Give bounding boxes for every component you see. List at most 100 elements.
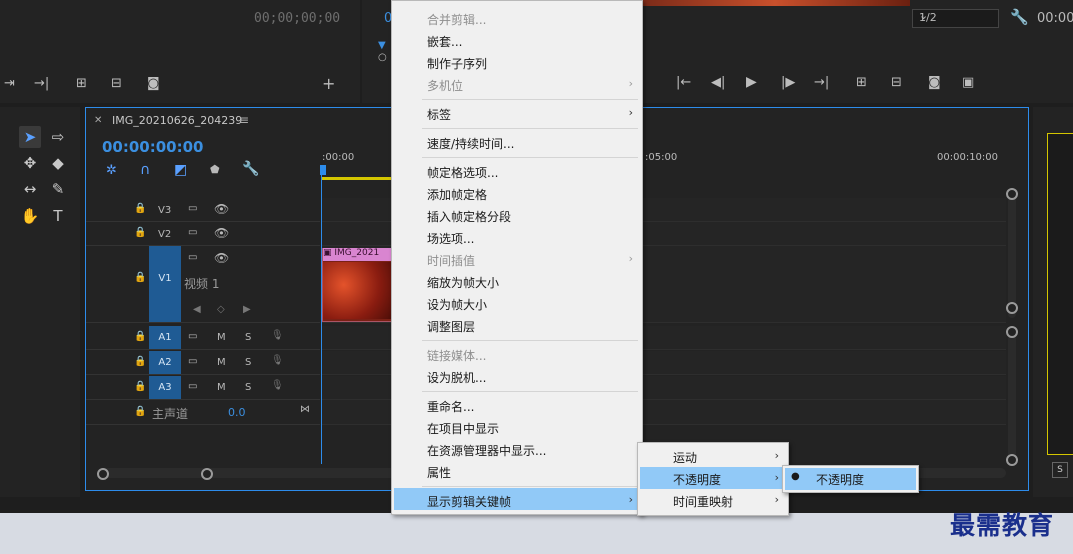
go-to-out-icon[interactable]: →| [814, 75, 829, 90]
export-frame-camera-icon[interactable]: ◙ [928, 75, 941, 90]
close-icon[interactable]: ✕ [94, 115, 102, 126]
menu-item-field-options[interactable]: 场选项... [427, 230, 474, 247]
menu-item-add-frame-hold[interactable]: 添加帧定格 [427, 186, 487, 203]
menu-item-reveal-in-project[interactable]: 在项目中显示 [427, 420, 499, 437]
comparison-view-icon[interactable]: ▣ [962, 75, 974, 90]
pen-tool-icon[interactable]: ✎ [47, 178, 69, 200]
lock-icon[interactable]: 🔒 [134, 356, 146, 367]
overwrite-icon[interactable]: →| [34, 76, 49, 91]
scroll-handle-top[interactable] [1006, 326, 1018, 338]
next-keyframe-icon[interactable]: ▶ [243, 304, 251, 315]
track-label-v2[interactable]: V2 [158, 229, 171, 240]
track-label-a3[interactable]: A3 [149, 376, 181, 399]
menu-item-make-offline[interactable]: 设为脱机... [427, 369, 486, 386]
menu-item-frame-hold-options[interactable]: 帧定格选项... [427, 164, 498, 181]
microphone-icon[interactable]: 🎙 [271, 330, 284, 341]
menu-item-properties[interactable]: 属性 [427, 464, 451, 481]
track-select-tool-icon[interactable]: ⇨ [47, 126, 69, 148]
menu-item-make-subsequence[interactable]: 制作子序列 [427, 55, 487, 72]
master-volume-value[interactable]: 0.0 [228, 406, 246, 419]
submenu-item-motion[interactable]: 运动 [673, 449, 697, 466]
menu-item-speed-duration[interactable]: 速度/持续时间... [427, 135, 515, 152]
add-keyframe-icon[interactable]: ◇ [217, 304, 225, 315]
sync-lock-icon[interactable]: ▭ [188, 381, 197, 392]
program-scrub-circle-icon[interactable]: ○ [378, 52, 387, 63]
linked-selection-icon[interactable]: ◩ [174, 162, 187, 178]
prev-keyframe-icon[interactable]: ◀ [193, 304, 201, 315]
scroll-handle-top[interactable] [1006, 188, 1018, 200]
panel-menu-icon[interactable]: ≡ [239, 113, 249, 127]
snap-magnet-icon[interactable]: ∩ [140, 162, 150, 178]
type-tool-icon[interactable]: T [47, 205, 69, 227]
program-extract-icon[interactable]: ⊟ [891, 75, 902, 90]
program-playhead-icon[interactable]: ▼ [378, 40, 386, 51]
work-area-bar[interactable] [322, 177, 392, 180]
video-vertical-scrollbar[interactable] [1008, 190, 1016, 318]
step-forward-icon[interactable]: |▶ [781, 75, 795, 90]
selection-tool-icon[interactable]: ➤ [19, 126, 41, 148]
track-label-v1[interactable]: V1 [149, 246, 181, 322]
lock-icon[interactable]: 🔒 [134, 227, 146, 238]
add-marker-icon[interactable]: ⬟ [210, 163, 220, 176]
sync-lock-icon[interactable]: ▭ [188, 356, 197, 367]
submenu-item-time-remapping[interactable]: 时间重映射 [673, 493, 733, 510]
resolution-dropdown[interactable]: 1/2 ⌄ [912, 9, 999, 28]
lift-icon[interactable]: ⊞ [76, 76, 87, 91]
playhead[interactable] [320, 165, 326, 175]
lock-icon[interactable]: 🔒 [134, 272, 146, 283]
audio-vertical-scrollbar[interactable] [1008, 328, 1016, 462]
menu-item-time-interpolation[interactable]: 时间插值 [427, 252, 475, 269]
mute-button[interactable]: M [217, 382, 226, 393]
sync-lock-icon[interactable]: ▭ [188, 227, 197, 238]
mark-in-icon[interactable]: |← [676, 75, 691, 90]
eye-icon[interactable]: 👁 [214, 226, 229, 240]
sequence-timecode[interactable]: 00:00:00:00 [102, 138, 204, 156]
scroll-handle-left[interactable] [97, 468, 109, 480]
sync-lock-icon[interactable]: ▭ [188, 203, 197, 214]
insert-icon[interactable]: ⇥ [4, 76, 15, 91]
add-button-icon[interactable]: + [322, 74, 335, 93]
lock-icon[interactable]: 🔒 [134, 331, 146, 342]
menu-item-set-to-frame-size[interactable]: 设为帧大小 [427, 296, 487, 313]
ripple-edit-tool-icon[interactable]: ✥ [19, 152, 41, 174]
menu-item-multicam[interactable]: 多机位 [427, 77, 463, 94]
solo-button[interactable]: S [245, 382, 251, 393]
menu-item-rename[interactable]: 重命名... [427, 398, 474, 415]
timeline-settings-wrench-icon[interactable]: 🔧 [242, 161, 259, 177]
sync-lock-icon[interactable]: ▭ [188, 252, 197, 263]
menu-item-show-clip-keyframes[interactable]: 显示剪辑关键帧 [427, 493, 511, 510]
camera-icon[interactable]: ◙ [147, 76, 160, 91]
hand-tool-icon[interactable]: ✋ [19, 205, 41, 227]
wrench-icon[interactable]: 🔧 [1010, 8, 1029, 26]
submenu-item-opacity-checked[interactable]: 不透明度 [816, 471, 864, 488]
play-icon[interactable]: ▶ [746, 74, 757, 90]
solo-button[interactable]: S [245, 332, 251, 343]
solo-button[interactable]: S [245, 357, 251, 368]
menu-item-nest[interactable]: 嵌套... [427, 33, 462, 50]
scroll-handle-bottom[interactable] [1006, 302, 1018, 314]
mute-button[interactable]: M [217, 357, 226, 368]
lock-icon[interactable]: 🔒 [134, 381, 146, 392]
track-label-v3[interactable]: V3 [158, 205, 171, 216]
eye-icon[interactable]: 👁 [214, 202, 229, 216]
extract-icon[interactable]: ⊟ [111, 76, 122, 91]
razor-tool-icon[interactable]: ◆ [47, 152, 69, 174]
microphone-icon[interactable]: 🎙 [271, 380, 284, 391]
menu-item-scale-to-frame-size[interactable]: 缩放为帧大小 [427, 274, 499, 291]
scroll-handle-bottom[interactable] [1006, 454, 1018, 466]
program-lift-icon[interactable]: ⊞ [856, 75, 867, 90]
nest-icon[interactable]: ✲ [106, 163, 117, 178]
menu-item-reveal-in-explorer[interactable]: 在资源管理器中显示... [427, 442, 546, 459]
sequence-tab-title[interactable]: IMG_20210626_204239 [112, 114, 242, 127]
menu-item-insert-frame-hold-segment[interactable]: 插入帧定格分段 [427, 208, 511, 225]
track-label-a1[interactable]: A1 [149, 326, 181, 349]
submenu-item-opacity[interactable]: 不透明度 [673, 471, 721, 488]
step-back-icon[interactable]: ◀| [711, 75, 725, 90]
scroll-handle-right[interactable] [201, 468, 213, 480]
sync-lock-icon[interactable]: ▭ [188, 331, 197, 342]
eye-icon[interactable]: 👁 [214, 251, 229, 265]
go-to-point-icon[interactable]: ⋈ [300, 404, 310, 415]
menu-item-adjustment-layer[interactable]: 调整图层 [427, 318, 475, 335]
mute-button[interactable]: M [217, 332, 226, 343]
lock-icon[interactable]: 🔒 [134, 203, 146, 214]
